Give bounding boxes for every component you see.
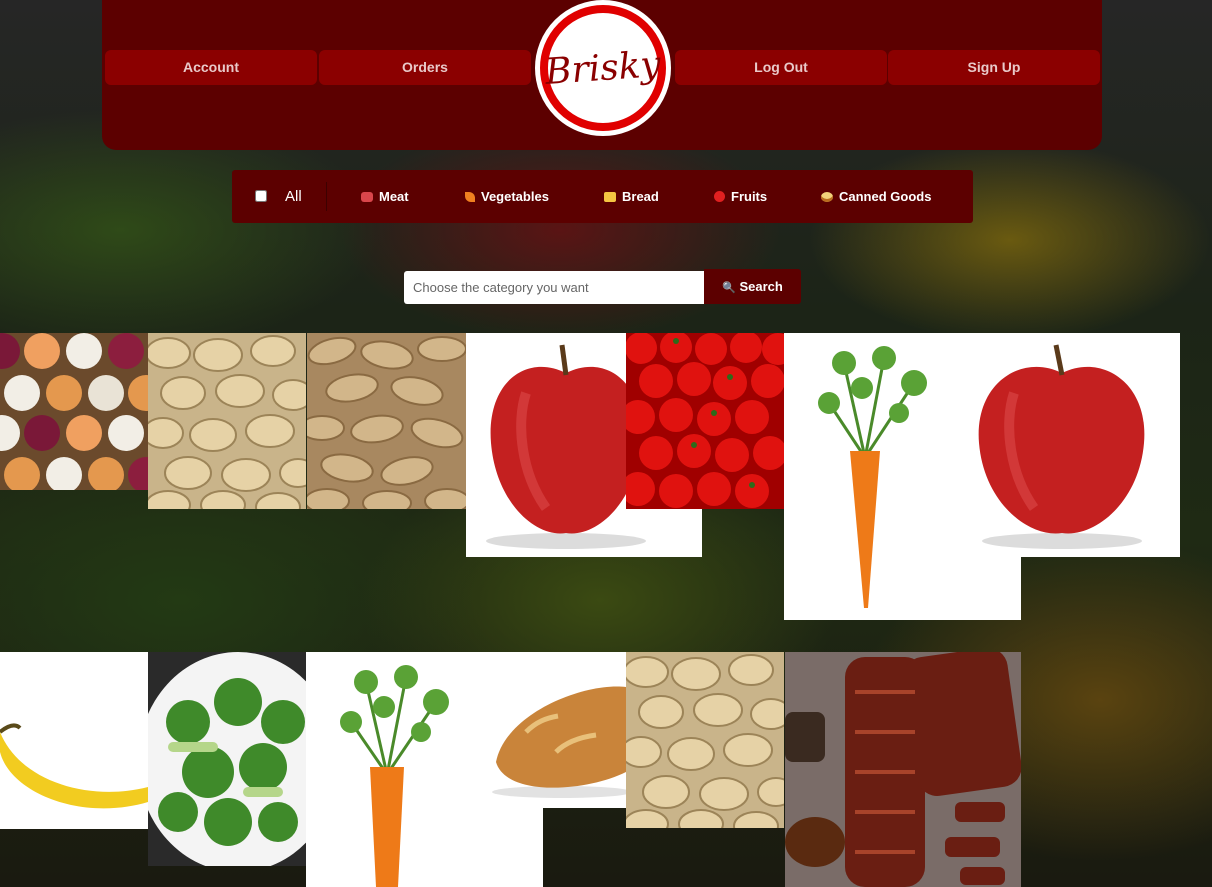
category-fruits-label: Fruits [731,189,768,204]
almonds-image [307,333,466,509]
category-vegetables-label: Vegetables [481,189,549,204]
search-button[interactable]: 🔍 Search [704,269,801,304]
category-meat[interactable]: Meat [361,170,409,223]
category-bar: All Meat Vegetables Bread Fruits Canned … [232,170,973,223]
pistachios-image [148,333,306,509]
apple-image [944,333,1180,557]
category-all[interactable]: All [255,170,302,223]
category-canned[interactable]: Canned Goods [821,170,931,223]
category-meat-label: Meat [379,189,409,204]
banana-image [0,652,148,829]
category-fruits[interactable]: Fruits [714,170,767,223]
brand-logo[interactable]: Brisky [535,0,671,136]
product-tile-onions[interactable] [0,333,148,490]
broccoli-image [148,652,306,866]
category-vegetables[interactable]: Vegetables [465,170,549,223]
logo-ring: Brisky [540,5,666,131]
search-input[interactable] [404,271,704,304]
category-all-checkbox[interactable] [255,190,267,202]
tomatoes-image [626,333,784,509]
bread-icon [604,192,616,202]
apple-icon [714,191,725,202]
ribs-image [785,652,1021,887]
category-canned-label: Canned Goods [839,189,932,204]
search-button-label: Search [739,279,783,294]
product-tile-pistachios-2[interactable] [626,652,784,828]
product-tile-almonds[interactable] [307,333,466,509]
product-tile-tomatoes[interactable] [626,333,784,509]
product-tile-bread[interactable] [466,652,626,808]
signup-button[interactable]: Sign Up [888,50,1100,85]
product-tile-pistachios[interactable] [148,333,306,509]
product-tile-ribs[interactable] [785,652,1021,887]
product-tile-apple-2[interactable] [944,333,1180,557]
logout-button[interactable]: Log Out [675,50,887,85]
category-divider [326,182,327,211]
search-icon: 🔍 [722,282,736,294]
product-tile-broccoli[interactable] [148,652,306,866]
pistachios-image [626,652,784,828]
orders-button[interactable]: Orders [319,50,531,85]
category-bread-label: Bread [622,189,659,204]
product-tile-banana[interactable] [0,652,148,829]
canned-food-icon [821,192,833,202]
bread-image [466,652,626,808]
meat-icon [361,192,373,202]
account-button[interactable]: Account [105,50,317,85]
category-all-label: All [285,188,302,205]
category-bread[interactable]: Bread [604,170,659,223]
header-panel: Account Orders Log Out Sign Up Brisky [102,0,1102,150]
carrot-icon [465,192,475,202]
onions-image [0,333,148,490]
logo-text: Brisky [543,43,663,93]
